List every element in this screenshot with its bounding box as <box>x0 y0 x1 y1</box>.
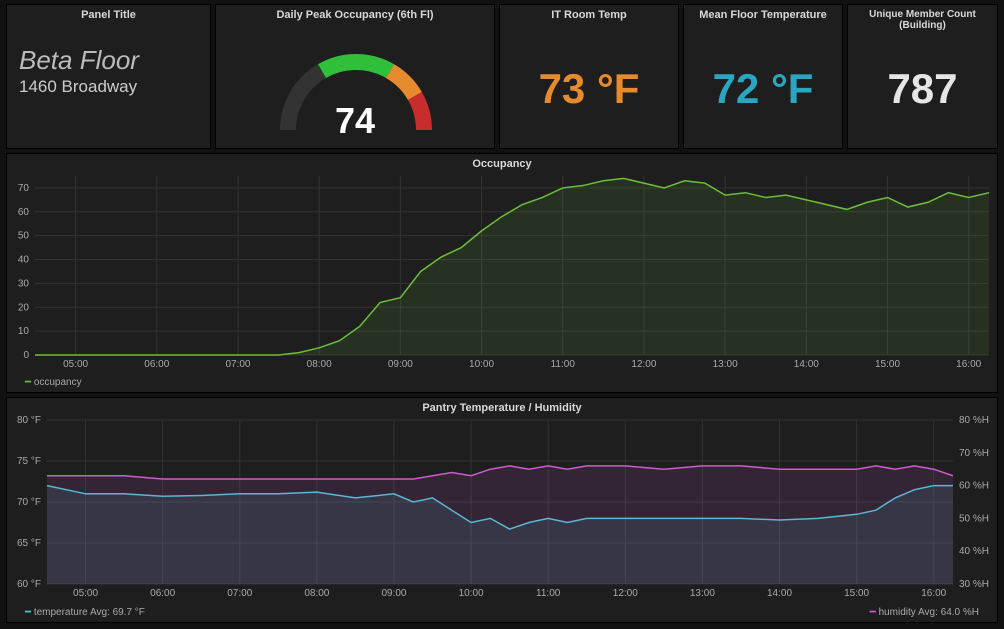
svg-text:14:00: 14:00 <box>767 588 792 599</box>
svg-text:60: 60 <box>18 207 30 218</box>
pantry-panel[interactable]: Pantry Temperature / Humidity 60 °F 65 °F… <box>6 397 998 623</box>
svg-text:11:00: 11:00 <box>536 588 561 599</box>
members-header: Unique Member Count (Building) <box>848 9 997 31</box>
pantry-header: Pantry Temperature / Humidity <box>7 402 997 414</box>
svg-text:65 °F: 65 °F <box>17 538 41 549</box>
mean-temp-header: Mean Floor Temperature <box>684 9 842 21</box>
it-temp-panel: IT Room Temp 73 °F <box>499 4 679 149</box>
svg-text:30 %H: 30 %H <box>959 579 989 590</box>
svg-text:07:00: 07:00 <box>225 359 250 370</box>
svg-text:20: 20 <box>18 302 30 313</box>
occupancy-panel[interactable]: Occupancy 0 10 20 30 40 50 60 70 05:00 06:00 07:00… <box>6 153 998 393</box>
svg-text:08:00: 08:00 <box>304 588 329 599</box>
svg-text:10: 10 <box>18 326 30 337</box>
svg-text:09:00: 09:00 <box>388 359 413 370</box>
svg-text:80 %H: 80 %H <box>959 416 989 426</box>
it-temp-header: IT Room Temp <box>500 9 678 21</box>
svg-text:12:00: 12:00 <box>631 359 656 370</box>
svg-text:06:00: 06:00 <box>150 588 175 599</box>
svg-text:12:00: 12:00 <box>613 588 638 599</box>
address: 1460 Broadway <box>19 77 137 97</box>
svg-text:10:00: 10:00 <box>469 359 494 370</box>
svg-text:60 %H: 60 %H <box>959 481 989 492</box>
svg-text:40: 40 <box>18 255 30 266</box>
mean-temp-panel: Mean Floor Temperature 72 °F <box>683 4 843 149</box>
svg-text:70 °F: 70 °F <box>17 497 41 508</box>
svg-text:13:00: 13:00 <box>713 359 738 370</box>
members-panel: Unique Member Count (Building) 787 <box>847 4 998 149</box>
svg-text:0: 0 <box>23 350 29 361</box>
svg-text:60 °F: 60 °F <box>17 579 41 590</box>
occupancy-header: Occupancy <box>7 158 997 170</box>
svg-text:07:00: 07:00 <box>227 588 252 599</box>
occupancy-chart: 0 10 20 30 40 50 60 70 05:00 06:00 07:00 08:00 09:00… <box>7 172 999 377</box>
pantry-legend-temp: ━ temperature Avg: 69.7 °F <box>25 607 145 618</box>
members-value: 787 <box>848 65 997 113</box>
svg-text:40 %H: 40 %H <box>959 546 989 557</box>
svg-text:16:00: 16:00 <box>921 588 946 599</box>
svg-text:14:00: 14:00 <box>794 359 819 370</box>
svg-text:06:00: 06:00 <box>144 359 169 370</box>
svg-text:05:00: 05:00 <box>73 588 98 599</box>
svg-text:70: 70 <box>18 183 30 194</box>
title-panel-header: Panel Title <box>7 9 210 21</box>
gauge-value: 74 <box>216 100 494 142</box>
pantry-legend-hum: ━ humidity Avg: 64.0 %H <box>870 607 979 618</box>
svg-text:30: 30 <box>18 278 30 289</box>
mean-temp-value: 72 °F <box>684 65 842 113</box>
svg-text:13:00: 13:00 <box>690 588 715 599</box>
svg-text:75 °F: 75 °F <box>17 456 41 467</box>
svg-text:11:00: 11:00 <box>551 359 576 370</box>
svg-text:50 %H: 50 %H <box>959 513 989 524</box>
it-temp-value: 73 °F <box>500 65 678 113</box>
svg-text:70 %H: 70 %H <box>959 448 989 459</box>
svg-text:15:00: 15:00 <box>875 359 900 370</box>
svg-text:16:00: 16:00 <box>956 359 981 370</box>
svg-text:08:00: 08:00 <box>307 359 332 370</box>
floor-name: Beta Floor <box>19 45 139 76</box>
svg-text:15:00: 15:00 <box>844 588 869 599</box>
svg-text:09:00: 09:00 <box>381 588 406 599</box>
occupancy-legend: ━ occupancy <box>25 377 82 388</box>
title-panel: Panel Title Beta Floor 1460 Broadway <box>6 4 211 149</box>
svg-text:05:00: 05:00 <box>63 359 88 370</box>
svg-text:50: 50 <box>18 231 30 242</box>
svg-text:10:00: 10:00 <box>459 588 484 599</box>
gauge-panel: Daily Peak Occupancy (6th Fl) 74 <box>215 4 495 149</box>
svg-text:80 °F: 80 °F <box>17 416 41 426</box>
pantry-chart: 60 °F 65 °F 70 °F 75 °F 80 °F 30 %H 40 %H 50 %H… <box>7 416 999 606</box>
